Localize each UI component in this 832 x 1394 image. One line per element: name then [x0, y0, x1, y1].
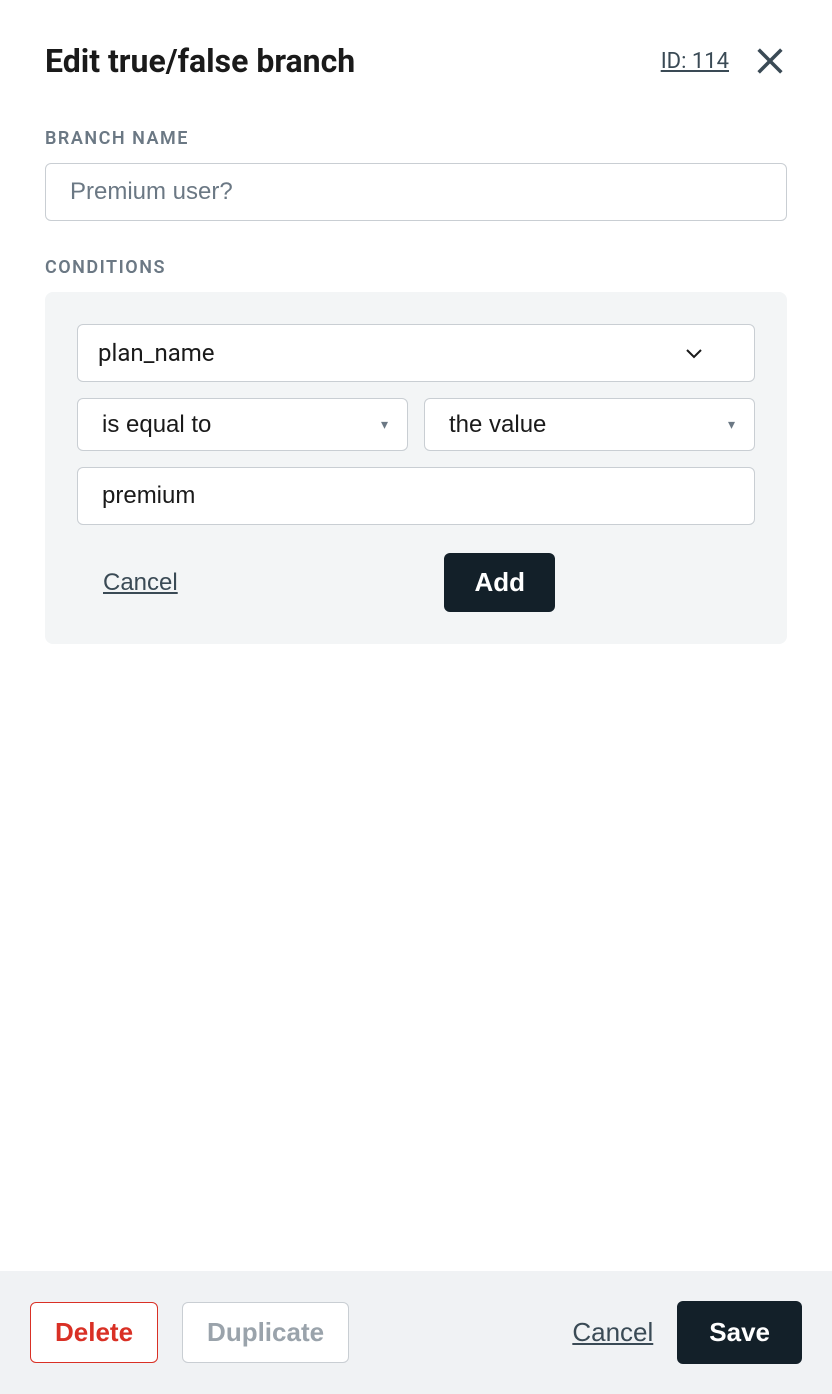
- footer-action-bar: Delete Duplicate Cancel Save: [0, 1271, 832, 1394]
- field-select-value: plan_name: [98, 339, 215, 367]
- operator-select[interactable]: is equal to: [77, 398, 408, 451]
- delete-button[interactable]: Delete: [30, 1302, 158, 1363]
- conditions-panel: plan_name is equal to the value Cancel A…: [45, 292, 787, 644]
- add-condition-button[interactable]: Add: [444, 553, 555, 612]
- panel-header: Edit true/false branch ID: 114: [45, 42, 787, 80]
- compare-mode-select-wrap: the value: [424, 398, 755, 451]
- close-icon: [753, 44, 787, 78]
- branch-name-block: BRANCH NAME: [45, 128, 787, 221]
- operator-select-wrap: is equal to: [77, 398, 408, 451]
- compare-mode-select[interactable]: the value: [424, 398, 755, 451]
- close-button[interactable]: [753, 44, 787, 78]
- condition-cancel-button[interactable]: Cancel: [103, 569, 178, 597]
- cancel-button[interactable]: Cancel: [572, 1317, 653, 1348]
- chevron-down-icon: [682, 341, 706, 365]
- value-input[interactable]: [77, 467, 755, 525]
- conditions-label: CONDITIONS: [45, 257, 787, 278]
- branch-name-input[interactable]: [45, 163, 787, 221]
- save-button[interactable]: Save: [677, 1301, 802, 1364]
- duplicate-button[interactable]: Duplicate: [182, 1302, 349, 1363]
- header-right: ID: 114: [661, 44, 787, 78]
- operator-row: is equal to the value: [77, 398, 755, 451]
- branch-name-label: BRANCH NAME: [45, 128, 787, 149]
- panel-title: Edit true/false branch: [45, 42, 355, 80]
- condition-actions: Cancel Add: [77, 553, 755, 612]
- field-select[interactable]: plan_name: [77, 324, 755, 382]
- id-link[interactable]: ID: 114: [661, 49, 729, 74]
